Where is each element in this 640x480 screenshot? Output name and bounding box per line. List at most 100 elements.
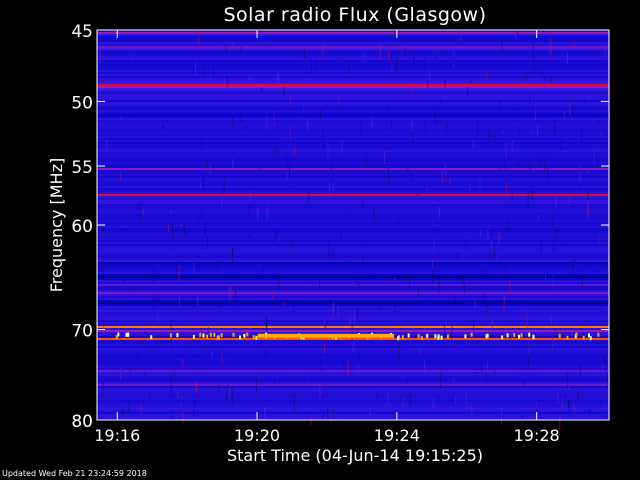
noise-streak xyxy=(347,361,349,378)
noise-streak xyxy=(539,157,541,166)
noise-streak xyxy=(185,231,187,237)
noise-streak xyxy=(376,393,378,400)
noise-streak xyxy=(353,308,355,325)
noise-streak xyxy=(589,408,590,414)
noise-streak xyxy=(207,326,209,333)
noise-streak xyxy=(239,112,241,123)
noise-streak xyxy=(544,158,546,173)
noise-streak xyxy=(173,247,175,251)
noise-streak xyxy=(333,303,335,316)
noise-streak xyxy=(579,164,581,182)
noise-streak xyxy=(273,148,275,153)
noise-streak xyxy=(537,124,538,136)
noise-streak xyxy=(532,41,534,59)
interference-blip xyxy=(501,335,504,340)
noise-streak xyxy=(170,321,172,329)
noise-streak xyxy=(413,51,415,66)
noise-streak xyxy=(170,209,172,215)
spectrum-row xyxy=(97,366,609,368)
noise-streak xyxy=(567,51,568,64)
spectrum-row xyxy=(97,394,609,396)
interference-blip xyxy=(252,335,255,340)
noise-streak xyxy=(277,71,278,85)
noise-streak xyxy=(331,408,333,420)
noise-streak xyxy=(119,116,121,120)
noise-streak xyxy=(348,60,350,73)
noise-streak xyxy=(259,165,261,173)
noise-streak xyxy=(323,413,324,420)
noise-streak xyxy=(462,273,464,285)
interference-blip xyxy=(440,335,443,340)
noise-streak xyxy=(248,233,250,239)
noise-streak xyxy=(362,244,363,248)
spectrum-row xyxy=(97,178,609,180)
noise-streak xyxy=(410,172,412,182)
noise-streak xyxy=(451,326,453,344)
spectrum-row xyxy=(97,112,609,114)
noise-streak xyxy=(380,43,381,60)
noise-streak xyxy=(425,62,426,73)
noise-streak xyxy=(309,276,311,282)
noise-streak xyxy=(289,162,290,178)
noise-streak xyxy=(123,279,124,284)
noise-streak xyxy=(530,337,532,341)
noise-streak xyxy=(171,339,172,350)
noise-streak xyxy=(597,377,599,382)
spectrum-row xyxy=(97,60,609,62)
noise-streak xyxy=(289,96,291,108)
noise-streak xyxy=(170,385,172,398)
spectrum-row xyxy=(97,92,609,94)
noise-streak xyxy=(439,206,441,218)
interference-blip xyxy=(202,333,205,338)
interference-blip xyxy=(446,334,449,339)
interference-blip xyxy=(518,334,520,339)
noise-streak xyxy=(308,189,310,204)
noise-streak xyxy=(255,377,257,393)
noise-streak xyxy=(204,220,206,235)
interference-blip xyxy=(582,335,585,340)
interference-blip xyxy=(397,336,400,341)
noise-streak xyxy=(193,400,195,416)
noise-streak xyxy=(134,288,136,292)
spectrum-row xyxy=(97,80,609,82)
interference-blip xyxy=(232,332,235,337)
noise-streak xyxy=(142,206,144,216)
noise-streak xyxy=(486,300,488,315)
spectrum-row xyxy=(97,338,609,340)
noise-streak xyxy=(456,253,458,257)
noise-streak xyxy=(292,238,293,249)
spectrum-row xyxy=(97,142,609,144)
noise-streak xyxy=(483,293,485,301)
noise-streak xyxy=(595,155,597,159)
noise-streak xyxy=(516,107,517,111)
interference-blip xyxy=(506,333,509,338)
spectrum-row xyxy=(97,72,609,74)
noise-streak xyxy=(217,301,219,305)
y-axis-label: Frequency [MHz] xyxy=(47,158,66,292)
noise-streak xyxy=(102,382,104,398)
noise-streak xyxy=(325,321,327,329)
noise-streak xyxy=(494,133,495,142)
spectrum-row xyxy=(97,146,609,148)
noise-streak xyxy=(171,411,173,421)
noise-streak xyxy=(370,272,372,279)
noise-streak xyxy=(319,274,320,287)
interference-blip xyxy=(513,333,516,337)
noise-streak xyxy=(492,319,493,332)
noise-streak xyxy=(182,359,184,367)
noise-streak xyxy=(328,241,330,257)
interference-blip xyxy=(420,336,423,341)
spectrum-row xyxy=(97,270,609,272)
noise-streak xyxy=(201,210,203,218)
spectrum-row xyxy=(97,212,609,214)
noise-streak xyxy=(293,299,295,316)
noise-streak xyxy=(257,410,259,422)
interference-blip xyxy=(532,335,535,340)
spectrum-row xyxy=(97,138,609,140)
y-tick-label: 70 xyxy=(71,321,93,341)
spectrum-row xyxy=(97,402,609,404)
interference-blip xyxy=(434,334,437,339)
interference-blip xyxy=(401,335,404,340)
noise-streak xyxy=(182,410,184,424)
spectrum-row xyxy=(97,292,609,294)
